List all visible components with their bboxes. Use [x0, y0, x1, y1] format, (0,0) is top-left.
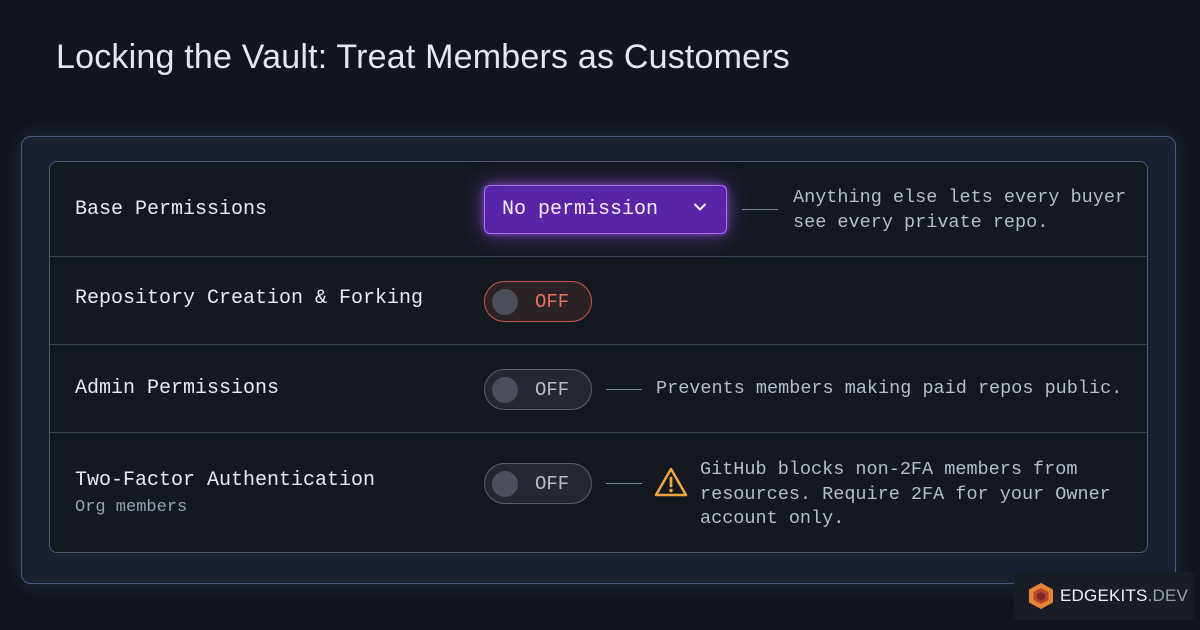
- two-factor-sublabel: Org members: [75, 498, 188, 517]
- note-line: see every private repo.: [793, 211, 1049, 233]
- repo-creation-label: Repository Creation & Forking: [75, 287, 424, 310]
- note-line: resources. Require 2FA for your Owner: [700, 483, 1111, 505]
- setting-row-repo-creation: Repository Creation & Forking OFF: [50, 257, 1147, 345]
- setting-row-base-permissions: Base Permissions No permission Anything …: [50, 162, 1147, 257]
- warning-triangle-icon: [654, 467, 688, 497]
- connector-line: [742, 209, 778, 210]
- note-line: Anything else lets every buyer: [793, 187, 1127, 208]
- two-factor-toggle[interactable]: OFF: [484, 463, 592, 504]
- admin-permissions-toggle[interactable]: OFF: [484, 369, 592, 410]
- note-line: account only.: [700, 508, 845, 529]
- base-permissions-label: Base Permissions: [75, 198, 268, 221]
- toggle-state-label: OFF: [535, 379, 570, 401]
- toggle-state-label: OFF: [535, 473, 570, 495]
- page-title: Locking the Vault: Treat Members as Cust…: [56, 38, 791, 76]
- repo-creation-toggle[interactable]: OFF: [484, 281, 592, 322]
- connector-line: [606, 483, 642, 484]
- admin-permissions-label: Admin Permissions: [75, 377, 280, 400]
- settings-card: Base Permissions No permission Anything …: [49, 161, 1148, 553]
- connector-line: [606, 389, 642, 390]
- brand-name: EDGEKITS.DEV: [1060, 586, 1188, 606]
- toggle-knob: [492, 289, 518, 315]
- toggle-knob: [492, 471, 518, 497]
- two-factor-label: Two-Factor Authentication: [75, 469, 376, 492]
- brand-name-main: EDGEKITS: [1060, 586, 1148, 605]
- brand-name-tld: .DEV: [1147, 586, 1189, 605]
- base-permissions-select-value: No permission: [502, 198, 659, 221]
- chevron-down-icon: [694, 203, 706, 211]
- hexagon-logo-icon: [1029, 583, 1053, 609]
- base-permissions-note: Anything else lets every buyer see every…: [793, 186, 1126, 235]
- setting-row-two-factor: Two-Factor Authentication Org members OF…: [50, 433, 1147, 553]
- admin-permissions-note: Prevents members making paid repos publi…: [656, 378, 1123, 399]
- setting-row-admin-permissions: Admin Permissions OFF Prevents members m…: [50, 345, 1147, 433]
- brand-badge: EDGEKITS.DEV: [1014, 572, 1194, 620]
- toggle-knob: [492, 377, 518, 403]
- base-permissions-select[interactable]: No permission: [484, 185, 727, 234]
- toggle-state-label: OFF: [535, 291, 570, 313]
- two-factor-note: GitHub blocks non-2FA members from resou…: [700, 458, 1111, 532]
- note-line: GitHub blocks non-2FA members from: [700, 459, 1078, 480]
